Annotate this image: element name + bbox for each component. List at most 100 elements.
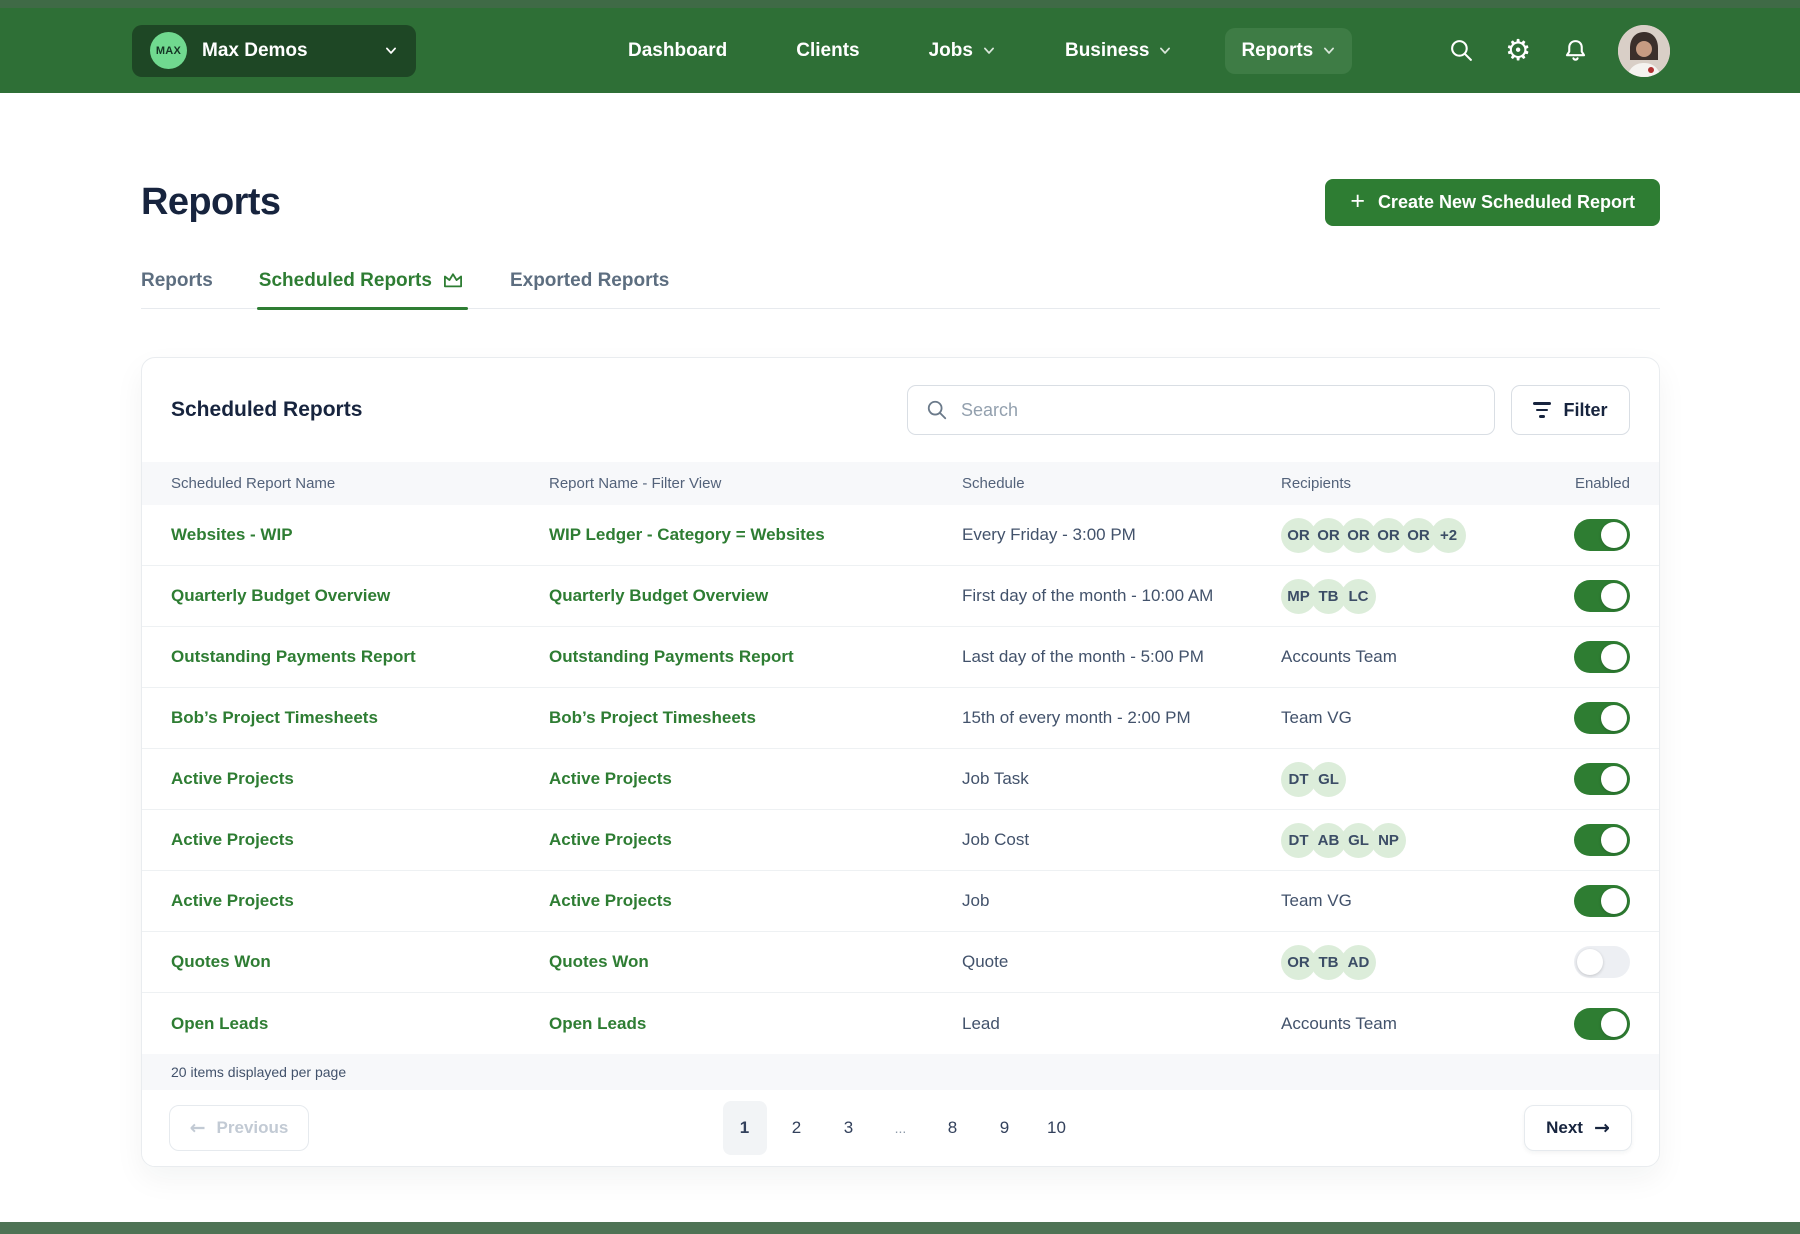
schedule-cell: First day of the month - 10:00 AM (962, 586, 1214, 605)
filter-view-link[interactable]: WIP Ledger - Category = Websites (549, 525, 962, 545)
pagination: ← Previous 1 2 3... 8 9 10 Next → (142, 1090, 1659, 1166)
recipient-chip: AD (1341, 944, 1376, 980)
table-row: Active Projects Active Projects Job Cost DT… (142, 810, 1659, 871)
next-page-button[interactable]: Next → (1524, 1105, 1632, 1151)
previous-page-button[interactable]: ← Previous (169, 1105, 309, 1151)
nav-item-reports[interactable]: Reports (1225, 27, 1353, 74)
page-number-2[interactable]: 2 (775, 1101, 819, 1155)
nav-item-label: Jobs (928, 39, 973, 61)
column-header: Enabled (1574, 475, 1630, 492)
recipients-cell: OR OR OR OR OR +2 (1281, 517, 1531, 553)
enabled-toggle[interactable] (1574, 641, 1630, 673)
enabled-toggle[interactable] (1574, 885, 1630, 917)
search-input[interactable] (961, 399, 1476, 421)
user-avatar[interactable] (1618, 24, 1670, 77)
previous-label: Previous (216, 1118, 289, 1137)
recipient-chips: OR OR OR OR OR +2 (1281, 517, 1531, 553)
enabled-toggle[interactable] (1574, 580, 1630, 612)
report-name-link[interactable]: Open Leads (171, 1014, 549, 1034)
filter-button[interactable]: Filter (1511, 385, 1630, 435)
enabled-toggle[interactable] (1574, 946, 1630, 978)
card-title: Scheduled Reports (171, 398, 363, 421)
schedule-cell: Quote (962, 952, 1009, 971)
recipients-cell: Team VG (1281, 891, 1352, 910)
page-number-3[interactable]: 3 (827, 1101, 871, 1155)
search-icon[interactable] (1447, 37, 1475, 65)
nav-item-jobs[interactable]: Jobs (913, 28, 1012, 74)
tab-scheduled-reports[interactable]: Scheduled Reports (256, 270, 469, 310)
toggle-knob (1601, 827, 1627, 853)
report-name-link[interactable]: Active Projects (171, 891, 549, 911)
tab-label: Reports (141, 270, 213, 291)
create-scheduled-report-button[interactable]: + Create New Scheduled Report (1325, 178, 1660, 226)
top-accent-strip (0, 0, 1800, 8)
tab-label: Exported Reports (509, 270, 670, 291)
nav-actions: ⚙ (1447, 24, 1670, 77)
report-name-link[interactable]: Outstanding Payments Report (171, 647, 549, 667)
toggle-knob (1601, 583, 1627, 609)
enabled-toggle[interactable] (1574, 1007, 1630, 1040)
enabled-toggle[interactable] (1574, 824, 1630, 856)
report-name-link[interactable]: Quotes Won (171, 952, 549, 972)
recipient-chip: +2 (1431, 517, 1466, 553)
report-name-link[interactable]: Bob’s Project Timesheets (171, 708, 549, 728)
filter-icon (1533, 402, 1552, 418)
recipient-chips: MP TB LC (1281, 578, 1531, 614)
nav-item-clients[interactable]: Clients (780, 28, 875, 74)
filter-view-link[interactable]: Outstanding Payments Report (549, 647, 962, 667)
page-number-8[interactable]: 8 (931, 1101, 975, 1155)
org-logo: MAX (150, 32, 187, 69)
nav-item-label: Clients (796, 39, 860, 61)
toggle-knob (1601, 888, 1627, 914)
report-name-link[interactable]: Quarterly Budget Overview (171, 586, 549, 606)
toggle-knob (1577, 949, 1603, 975)
nav-item-dashboard[interactable]: Dashboard (612, 28, 743, 74)
page-number-list: 1 2 3... 8 9 10 (722, 1101, 1079, 1155)
schedule-cell: Job (962, 891, 990, 910)
enabled-toggle[interactable] (1574, 702, 1630, 734)
schedule-cell: Last day of the month - 5:00 PM (962, 647, 1204, 666)
schedule-cell: Every Friday - 3:00 PM (962, 525, 1136, 544)
tab-exported-reports[interactable]: Exported Reports (510, 270, 669, 308)
tab-reports[interactable]: Reports (141, 270, 213, 308)
recipients-cell: OR TB AD (1281, 944, 1531, 980)
schedule-cell: Job Cost (962, 830, 1030, 849)
notifications-icon[interactable] (1561, 37, 1589, 65)
filter-view-link[interactable]: Active Projects (549, 830, 962, 850)
filter-view-link[interactable]: Quotes Won (549, 952, 962, 972)
chevron-down-icon (1324, 47, 1335, 54)
filter-view-link[interactable]: Active Projects (549, 891, 962, 911)
table-row: Websites - WIP WIP Ledger - Category = We… (142, 505, 1659, 566)
enabled-toggle[interactable] (1574, 763, 1630, 795)
recipients-cell: MP TB LC (1281, 578, 1531, 614)
recipients-cell: Accounts Team (1281, 647, 1397, 666)
main-nav: Dashboard Clients Jobs Business Reports (612, 27, 1353, 74)
filter-view-link[interactable]: Bob’s Project Timesheets (549, 708, 962, 728)
table-row: Active Projects Active Projects Job Task DT… (142, 749, 1659, 810)
toggle-knob (1601, 705, 1627, 731)
recipient-chip: GL (1311, 761, 1346, 797)
avatar-image (1618, 24, 1670, 77)
toggle-knob (1601, 1010, 1627, 1037)
tab-label: Scheduled Reports (258, 270, 432, 291)
report-name-link[interactable]: Active Projects (171, 769, 549, 789)
filter-view-link[interactable]: Quarterly Budget Overview (549, 586, 962, 606)
org-name: Max Demos (202, 39, 308, 61)
column-header: Scheduled Report Name (171, 475, 336, 492)
report-name-link[interactable]: Websites - WIP (171, 525, 549, 545)
enabled-toggle[interactable] (1574, 519, 1630, 551)
nav-item-business[interactable]: Business (1049, 28, 1188, 74)
recipient-chip: NP (1371, 822, 1406, 858)
table-row: Open Leads Open Leads Lead Accounts Team (142, 993, 1659, 1054)
table-body: Websites - WIP WIP Ledger - Category = We… (142, 505, 1659, 1054)
filter-view-link[interactable]: Open Leads (549, 1014, 962, 1034)
page-number-9[interactable]: 9 (983, 1101, 1027, 1155)
settings-icon[interactable]: ⚙ (1504, 36, 1532, 65)
nav-item-label: Business (1064, 39, 1150, 61)
recipients-cell: DT AB GL NP (1281, 822, 1531, 858)
filter-view-link[interactable]: Active Projects (549, 769, 962, 789)
org-switcher[interactable]: MAX Max Demos (132, 24, 416, 77)
page-number-10[interactable]: 10 (1035, 1101, 1079, 1155)
report-name-link[interactable]: Active Projects (171, 830, 549, 850)
page-number-1[interactable]: 1 (722, 1101, 767, 1155)
